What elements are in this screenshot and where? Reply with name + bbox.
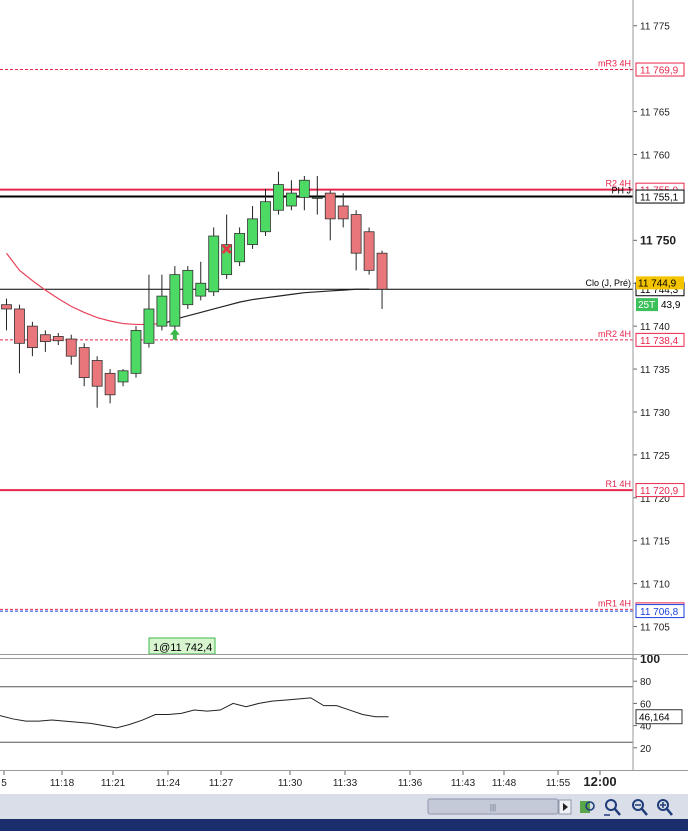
bottom-toolbar: ||| (0, 794, 688, 831)
time-axis-label: 11:48 (492, 778, 517, 789)
level-price-tag-text: 11 720,9 (640, 486, 679, 497)
candle-body (91, 360, 103, 387)
level-price-tag-text: 11 755,1 (640, 193, 679, 204)
candle-body (376, 252, 388, 290)
level-label: mR1 4H (598, 598, 631, 608)
time-axis-label: 11:18 (50, 778, 75, 789)
chart-background (0, 0, 688, 831)
position-label: 1@11 742,4 (153, 642, 212, 654)
price-axis-label: 11 730 (640, 408, 670, 419)
candle-body (52, 336, 64, 342)
oscillator-value-text: 46,164 (639, 713, 670, 724)
price-axis-label: 11 735 (640, 365, 670, 376)
price-axis-label: 11 715 (640, 537, 670, 548)
price-axis-label: 11 740 (640, 322, 670, 333)
time-axis-label: 11:43 (451, 778, 476, 789)
candle-body (208, 235, 220, 293)
candle-body (363, 231, 375, 271)
candle-body (298, 179, 310, 198)
time-axis-label: 11:33 (333, 778, 358, 789)
price-axis-label: 11 750 (640, 233, 676, 247)
candle-body (285, 192, 297, 207)
candle-body (117, 370, 129, 383)
level-price-tag-text: 11 738,4 (640, 336, 679, 347)
candle-body (311, 197, 323, 199)
time-axis-label: 12:00 (583, 774, 616, 789)
level-price-tag-text: 11 769,9 (640, 66, 679, 77)
candle-body (350, 214, 362, 254)
scrollbar-grip: ||| (490, 803, 496, 812)
candle-body (156, 295, 168, 327)
price-tag-text: 11 744,9 (638, 278, 677, 289)
price-axis-label: 11 765 (640, 108, 670, 119)
oscillator-axis-label: 60 (640, 699, 652, 710)
scroll-right-icon[interactable] (558, 799, 572, 815)
trading-chart[interactable]: 11 705 11 710 11 715 11 720 11 725 11 730 11 7… (0, 0, 688, 831)
candle-body (247, 218, 258, 246)
candle-body (273, 184, 284, 211)
price-axis-label: 11 710 (640, 580, 670, 591)
candle-body (195, 282, 207, 297)
level-label: mR3 4H (598, 59, 631, 69)
oscillator-axis-label: 80 (640, 677, 652, 688)
candle-body (39, 334, 51, 342)
candle-body (130, 330, 142, 374)
time-axis-label: 11:30 (278, 778, 303, 789)
time-axis-label: 11:21 (101, 778, 126, 789)
candle-body (234, 233, 246, 263)
time-axis-label: 5 (1, 778, 7, 789)
time-axis-label: 11:27 (209, 778, 234, 789)
candle-body (1, 304, 12, 310)
candle-body (260, 201, 271, 233)
level-label: Clo (J, Pré) (585, 278, 631, 288)
candle-body (337, 205, 349, 220)
price-axis-label: 11 760 (640, 150, 670, 161)
price-axis-label: 11 775 (640, 22, 670, 33)
window-bottom-edge (0, 819, 688, 831)
time-axis-label: 11:36 (398, 778, 423, 789)
candle-body (78, 347, 90, 379)
price-axis-label: 11 725 (640, 451, 670, 462)
chart-svg: 11 70511 71011 71511 72011 72511 73011 7… (0, 0, 688, 831)
candle-body (26, 325, 38, 348)
candle-body (65, 338, 77, 357)
candle-body (182, 269, 194, 306)
price-tag-text: 43,9 (661, 300, 681, 311)
time-axis-label: 11:55 (546, 778, 571, 789)
price-axis-label: 11 705 (640, 623, 670, 634)
price-tag-text: 25T (638, 300, 655, 311)
candle-body (143, 308, 155, 344)
candle-body (104, 372, 116, 396)
level-label: mR2 4H (598, 329, 631, 339)
candle-body (324, 192, 336, 220)
level-label: R1 4H (605, 479, 631, 489)
candle-body (169, 274, 181, 327)
candle-body (14, 308, 25, 344)
level-label: PH J (611, 186, 631, 196)
oscillator-axis-label: 20 (640, 744, 652, 755)
level-price-tag-text: 11 706,8 (640, 607, 679, 618)
time-axis-label: 11:24 (156, 778, 181, 789)
